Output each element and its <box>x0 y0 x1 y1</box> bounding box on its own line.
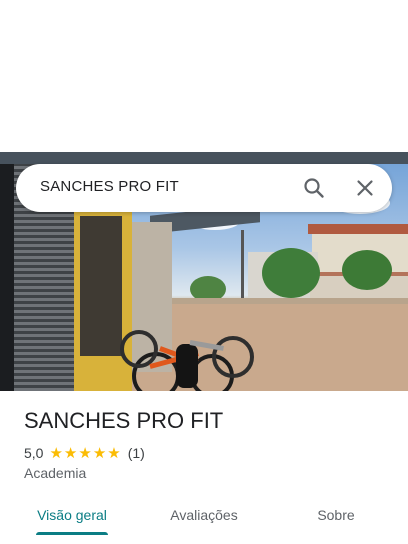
rating-stars: ★ ★ ★ ★ ★ <box>49 446 121 461</box>
review-count[interactable]: (1) <box>128 445 145 461</box>
search-input[interactable]: SANCHES PRO FIT <box>40 178 179 195</box>
storefront-edge <box>0 160 14 391</box>
close-icon[interactable] <box>353 176 377 200</box>
search-bar[interactable]: SANCHES PRO FIT <box>16 164 392 212</box>
place-tabs: Visão geral Avaliações Sobre <box>0 496 408 544</box>
active-tab-indicator <box>36 532 108 535</box>
tab-reviews[interactable]: Avaliações <box>152 496 256 534</box>
star-icon: ★ <box>49 444 63 462</box>
search-icon[interactable] <box>302 176 326 200</box>
tree <box>342 250 392 290</box>
rating-value: 5,0 <box>24 445 44 461</box>
map-area-blank <box>0 0 408 152</box>
bicycle-seat <box>176 344 198 388</box>
tab-overview[interactable]: Visão geral <box>20 496 124 534</box>
roof <box>308 224 408 234</box>
place-title: SANCHES PRO FIT <box>24 408 224 433</box>
bicycle-wheel <box>212 336 254 378</box>
place-category[interactable]: Academia <box>24 465 86 481</box>
storefront-door <box>80 216 122 356</box>
star-icon: ★ <box>92 444 107 462</box>
awning <box>0 152 408 164</box>
star-icon: ★ <box>107 444 121 462</box>
tab-about[interactable]: Sobre <box>284 496 388 534</box>
rating-row[interactable]: 5,0 ★ ★ ★ ★ ★ (1) <box>24 444 145 462</box>
star-icon: ★ <box>63 444 78 462</box>
star-icon: ★ <box>78 444 92 462</box>
tree <box>262 248 320 298</box>
